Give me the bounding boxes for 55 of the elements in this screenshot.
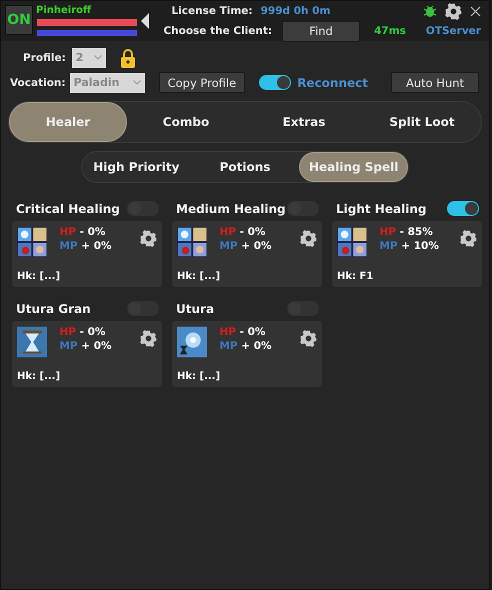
reconnect-toggle[interactable]	[259, 75, 292, 90]
padlock-icon[interactable]	[120, 48, 136, 68]
client-label: Choose the Client:	[163, 25, 272, 37]
tab[interactable]: Extras	[245, 102, 363, 142]
power-button[interactable]: ON	[5, 5, 33, 35]
spell-name: Utura Gran	[16, 302, 91, 316]
hotkey-label: Hk: F1	[337, 271, 374, 282]
spell-toggle[interactable]	[447, 201, 479, 216]
tab[interactable]: Split Loot	[363, 102, 481, 142]
mp-threshold: MP + 0%	[59, 240, 113, 252]
settings-icon[interactable]	[300, 330, 317, 347]
subtab[interactable]: High Priority	[82, 152, 191, 182]
settings-icon[interactable]	[300, 230, 317, 247]
mp-threshold: MP + 0%	[219, 240, 273, 252]
settings-icon[interactable]	[460, 230, 477, 247]
hp-threshold: HP - 0%	[219, 326, 266, 338]
spell-icon	[337, 226, 368, 258]
bug-icon[interactable]	[423, 4, 437, 18]
mp-threshold: MP + 0%	[219, 340, 273, 352]
ping-value: 47ms	[374, 25, 406, 37]
hotkey-label: Hk: [...]	[177, 371, 222, 382]
spell-name: Medium Healing	[176, 202, 286, 216]
mp-threshold: MP + 10%	[379, 240, 440, 252]
spell-name: Utura	[176, 302, 214, 316]
find-button[interactable]: Find	[282, 20, 360, 42]
hourglass-icon	[17, 326, 48, 358]
spell-name: Critical Healing	[16, 202, 120, 216]
spell-name: Light Healing	[336, 202, 426, 216]
license-time: 999d 0h 0m	[260, 5, 330, 17]
spell-icon	[177, 226, 208, 258]
tab[interactable]: Combo	[127, 102, 245, 142]
hotkey-label: Hk: [...]	[17, 371, 62, 382]
rune-icon	[177, 326, 208, 358]
subtab[interactable]: Potions	[190, 152, 300, 182]
hp-threshold: HP - 0%	[59, 226, 106, 238]
reconnect-label: Reconnect	[297, 76, 368, 90]
vocation-label: Vocation:	[10, 76, 66, 88]
mp-threshold: MP + 0%	[59, 340, 113, 352]
hotkey-label: Hk: [...]	[17, 271, 62, 282]
auto-hunt-button[interactable]: Auto Hunt	[391, 72, 479, 93]
hotkey-label: Hk: [...]	[177, 271, 222, 282]
profile-label: Profile:	[23, 52, 66, 64]
server-name: OTServer	[426, 25, 481, 37]
hp-threshold: HP - 0%	[219, 226, 266, 238]
hp-threshold: HP - 0%	[59, 326, 106, 338]
collapse-icon[interactable]	[141, 13, 149, 29]
close-icon[interactable]	[470, 6, 481, 16]
spell-icon	[17, 226, 48, 258]
copy-profile-button[interactable]: Copy Profile	[158, 72, 246, 93]
license-label: License Time:	[171, 5, 253, 17]
settings-icon[interactable]	[445, 2, 462, 20]
character-name: Pinheiroff	[36, 5, 92, 16]
settings-icon[interactable]	[140, 230, 157, 247]
settings-icon[interactable]	[140, 330, 157, 347]
hp-threshold: HP - 85%	[379, 226, 434, 238]
